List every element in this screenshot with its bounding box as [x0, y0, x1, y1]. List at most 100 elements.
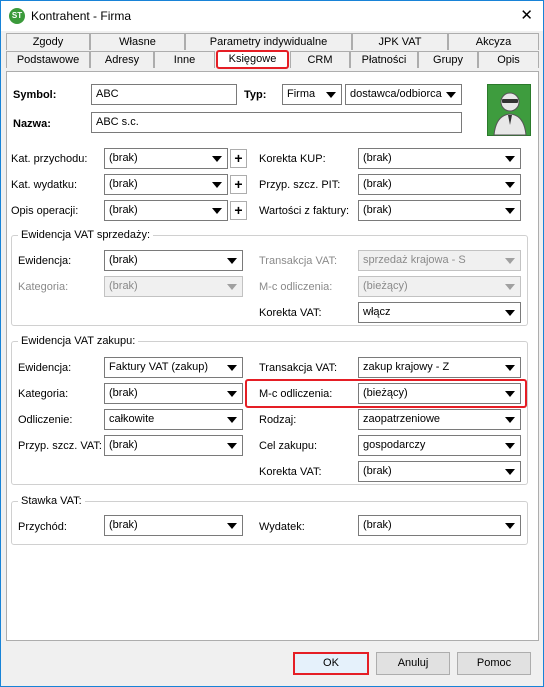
zakup-korekta-label: Korekta VAT: [259, 466, 322, 478]
przyp-pit-select[interactable]: (brak) [358, 174, 521, 195]
add-opis-operacji-button[interactable]: + [230, 201, 247, 220]
chevron-down-icon [505, 365, 515, 371]
zakup-przyp-vat-select[interactable]: (brak) [104, 435, 243, 456]
opis-operacji-label: Opis operacji: [11, 205, 79, 217]
zakup-rodzaj-label: Rodzaj: [259, 414, 297, 426]
zakup-ewidencja-select[interactable]: Faktury VAT (zakup) [104, 357, 243, 378]
zakup-mc-label: M-c odliczenia: [259, 388, 333, 400]
ksiegowe-panel: Symbol: ABC Typ: Firma dostawca/odbiorca… [6, 71, 539, 641]
typ-select[interactable]: Firma [282, 84, 342, 105]
korekta-kup-label: Korekta KUP: [259, 153, 326, 165]
sprzedaz-kategoria-value: (brak) [109, 280, 138, 292]
tab-wlasne[interactable]: Własne [90, 33, 185, 50]
chevron-down-icon [505, 417, 515, 423]
kat-wydatku-value: (brak) [109, 178, 138, 190]
stawka-wydatek-select[interactable]: (brak) [358, 515, 521, 536]
group-vat-zakupu-title: Ewidencja VAT zakupu: [18, 335, 139, 347]
close-icon[interactable]: ✕ [520, 6, 533, 24]
zakup-kategoria-value: (brak) [109, 387, 138, 399]
group-vat-zakupu: Ewidencja VAT zakupu: Ewidencja: Faktury… [11, 335, 528, 485]
tab-inne[interactable]: Inne [154, 51, 215, 68]
zakup-kategoria-label: Kategoria: [18, 388, 69, 400]
zakup-ewidencja-value: Faktury VAT (zakup) [109, 361, 209, 373]
stawka-przychod-value: (brak) [109, 519, 138, 531]
zakup-transakcja-select[interactable]: zakup krajowy - Z [358, 357, 521, 378]
add-kat-wydatku-button[interactable]: + [230, 175, 247, 194]
group-stawka-vat: Stawka VAT: Przychód: (brak) Wydatek: (b… [11, 495, 528, 545]
chevron-down-icon [505, 284, 515, 290]
chevron-down-icon [505, 182, 515, 188]
sprzedaz-ewidencja-select[interactable]: (brak) [104, 250, 243, 271]
sprzedaz-mc-select: (bieżący) [358, 276, 521, 297]
zakup-rodzaj-value: zaopatrzeniowe [363, 413, 441, 425]
korekta-kup-value: (brak) [363, 152, 392, 164]
tab-podstawowe[interactable]: Podstawowe [6, 51, 90, 68]
tab-ksiegowe[interactable]: Księgowe [216, 50, 289, 69]
chevron-down-icon [505, 310, 515, 316]
zakup-ewidencja-label: Ewidencja: [18, 362, 72, 374]
help-button[interactable]: Pomoc [457, 652, 531, 675]
wartosci-select[interactable]: (brak) [358, 200, 521, 221]
zakup-cel-select[interactable]: gospodarczy [358, 435, 521, 456]
opis-operacji-value: (brak) [109, 204, 138, 216]
stawka-wydatek-value: (brak) [363, 519, 392, 531]
zakup-rodzaj-select[interactable]: zaopatrzeniowe [358, 409, 521, 430]
tab-zgody[interactable]: Zgody [6, 33, 90, 50]
dialog-footer: OK Anuluj Pomoc [1, 642, 543, 686]
sprzedaz-korekta-value: włącz [363, 306, 391, 318]
zakup-transakcja-value: zakup krajowy - Z [363, 361, 450, 373]
group-vat-sprzedazy: Ewidencja VAT sprzedaży: Ewidencja: (bra… [11, 229, 528, 326]
wartosci-label: Wartości z faktury: [259, 205, 350, 217]
symbol-label: Symbol: [13, 89, 57, 101]
add-kat-przychodu-button[interactable]: + [230, 149, 247, 168]
tab-crm[interactable]: CRM [290, 51, 350, 68]
zakup-mc-select[interactable]: (bieżący) [358, 383, 521, 404]
zakup-kategoria-select[interactable]: (brak) [104, 383, 243, 404]
app-logo-icon: ST [9, 8, 25, 24]
typ2-value: dostawca/odbiorca [350, 88, 442, 100]
group-stawka-vat-title: Stawka VAT: [18, 495, 85, 507]
kat-przychodu-label: Kat. przychodu: [11, 153, 88, 165]
sprzedaz-mc-label: M-c odliczenia: [259, 281, 333, 293]
kat-przychodu-value: (brak) [109, 152, 138, 164]
sprzedaz-mc-value: (bieżący) [363, 280, 408, 292]
chevron-down-icon [505, 469, 515, 475]
kontrahent-window: ST Kontrahent - Firma ✕ Zgody Własne Par… [0, 0, 544, 687]
typ2-select[interactable]: dostawca/odbiorca [345, 84, 462, 105]
tab-opis[interactable]: Opis [478, 51, 539, 68]
nazwa-input[interactable]: ABC s.c. [91, 112, 462, 133]
tab-adresy[interactable]: Adresy [90, 51, 154, 68]
tab-jpk-vat[interactable]: JPK VAT [352, 33, 448, 50]
zakup-korekta-select[interactable]: (brak) [358, 461, 521, 482]
opis-operacji-select[interactable]: (brak) [104, 200, 228, 221]
sprzedaz-transakcja-select: sprzedaż krajowa - S [358, 250, 521, 271]
stawka-przychod-select[interactable]: (brak) [104, 515, 243, 536]
chevron-down-icon [505, 156, 515, 162]
chevron-down-icon [326, 92, 336, 98]
chevron-down-icon [227, 365, 237, 371]
tab-parametry-indywidualne[interactable]: Parametry indywidualne [185, 33, 352, 50]
sprzedaz-transakcja-label: Transakcja VAT: [259, 255, 338, 267]
chevron-down-icon [227, 391, 237, 397]
sprzedaz-korekta-select[interactable]: włącz [358, 302, 521, 323]
sprzedaz-transakcja-value: sprzedaż krajowa - S [363, 254, 466, 266]
chevron-down-icon [446, 92, 456, 98]
cancel-button[interactable]: Anuluj [376, 652, 450, 675]
chevron-down-icon [227, 443, 237, 449]
korekta-kup-select[interactable]: (brak) [358, 148, 521, 169]
title-bar: ST Kontrahent - Firma ✕ [1, 1, 543, 31]
zakup-przyp-vat-value: (brak) [109, 439, 138, 451]
kat-wydatku-label: Kat. wydatku: [11, 179, 78, 191]
typ-label: Typ: [244, 89, 267, 101]
tab-grupy[interactable]: Grupy [418, 51, 478, 68]
tab-platnosci[interactable]: Płatności [350, 51, 418, 68]
chevron-down-icon [212, 156, 222, 162]
kat-przychodu-select[interactable]: (brak) [104, 148, 228, 169]
kat-wydatku-select[interactable]: (brak) [104, 174, 228, 195]
zakup-odliczenie-select[interactable]: całkowite [104, 409, 243, 430]
ok-button[interactable]: OK [293, 652, 369, 675]
tab-akcyza[interactable]: Akcyza [448, 33, 539, 50]
symbol-input[interactable]: ABC [91, 84, 237, 105]
wartosci-value: (brak) [363, 204, 392, 216]
typ-value: Firma [287, 88, 316, 100]
